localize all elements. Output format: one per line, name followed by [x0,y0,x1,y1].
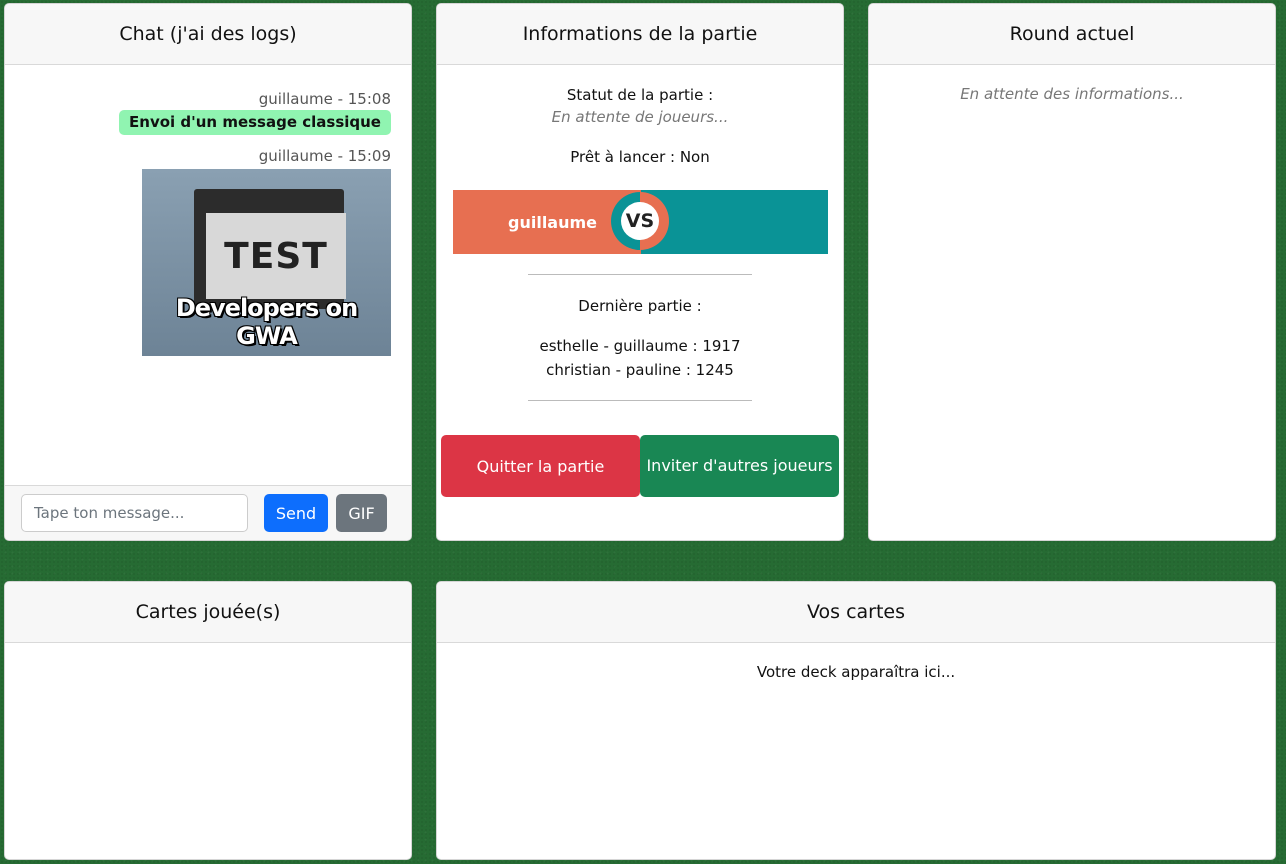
your-cards-title: Vos cartes [437,582,1275,643]
chat-messages: guillaume - 15:08 Envoi d'un message cla… [5,66,411,485]
vs-badge: VS [611,192,669,250]
current-round-panel: Round actuel En attente des informations… [868,3,1276,541]
gif-message-image: TEST Developers on GWA [142,169,391,356]
your-cards-panel: Vos cartes Votre deck apparaîtra ici... [436,581,1276,860]
send-button[interactable]: Send [264,494,328,532]
played-cards-panel: Cartes jouée(s) [4,581,412,860]
last-game-list: esthelle - guillaume : 1917 christian - … [437,334,843,382]
message-meta: guillaume - 15:08 [258,90,391,108]
game-info-panel: Informations de la partie Statut de la p… [436,3,844,541]
chat-title: Chat (j'ai des logs) [5,4,411,65]
message-input[interactable] [21,494,248,532]
status-value: En attente de joueurs... [551,108,729,126]
gif-button[interactable]: GIF [336,494,387,532]
message-meta: guillaume - 15:09 [258,147,391,165]
divider [528,400,752,401]
deck-hint: Votre deck apparaîtra ici... [756,663,956,681]
versus-banner: guillaume VS [453,190,828,254]
quit-game-button[interactable]: Quitter la partie [441,435,640,497]
round-waiting-text: En attente des informations... [960,85,1184,103]
game-info-title: Informations de la partie [437,4,843,65]
invite-players-button[interactable]: Inviter d'autres joueurs [640,435,839,497]
chat-panel: Chat (j'ai des logs) guillaume - 15:08 E… [4,3,412,541]
last-game-label: Dernière partie : [578,297,702,315]
gif-caption: Developers on GWA [175,294,358,350]
current-round-title: Round actuel [869,4,1275,65]
list-item: christian - pauline : 1245 [546,361,734,379]
gif-text: TEST [206,213,346,299]
message-bubble: Envoi d'un message classique [119,110,391,135]
list-item: esthelle - guillaume : 1917 [539,337,741,355]
chat-input-bar: Send GIF [5,485,411,540]
vs-label: VS [621,202,659,240]
played-cards-title: Cartes jouée(s) [5,582,411,643]
divider [528,274,752,275]
status-label: Statut de la partie : [566,86,714,104]
ready-status: Prêt à lancer : Non [570,148,710,166]
